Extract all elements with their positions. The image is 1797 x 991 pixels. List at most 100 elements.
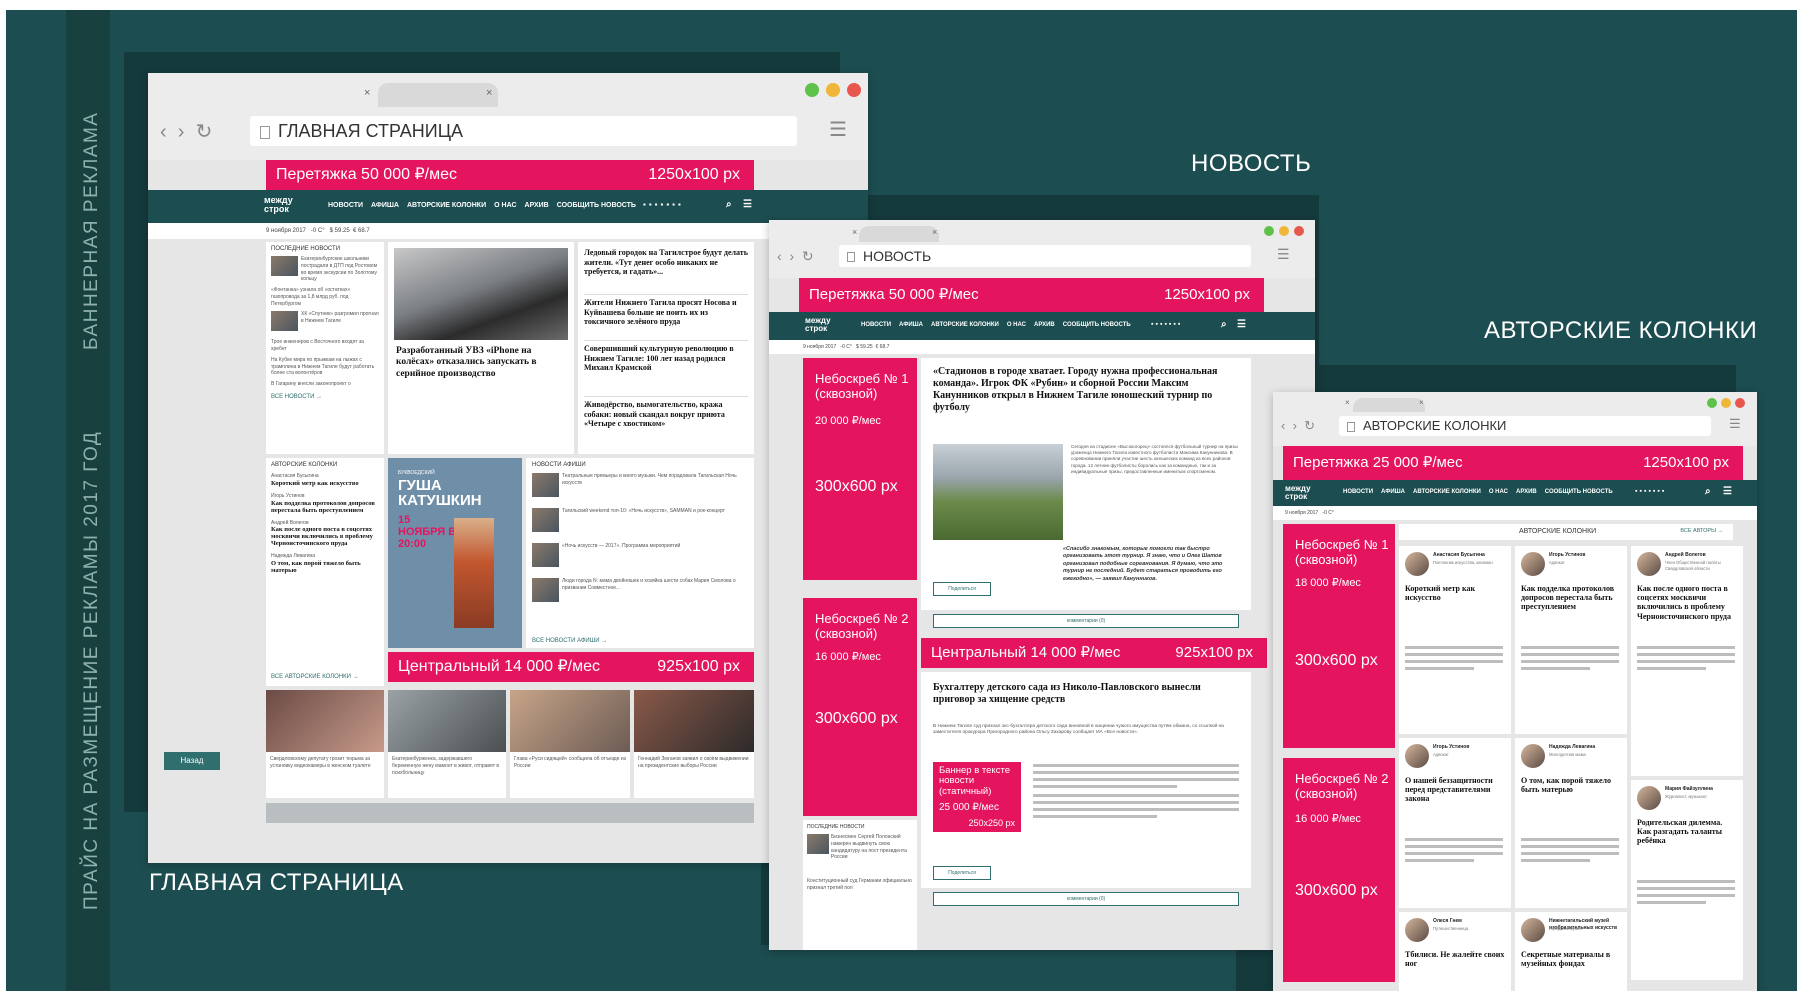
browser-tab-active[interactable] (378, 83, 498, 107)
list-item[interactable]: Екатеринбургские школьники пострадали в … (271, 256, 379, 283)
close-window-icon[interactable] (1735, 398, 1745, 408)
minimize-icon[interactable] (1721, 398, 1731, 408)
address-bar[interactable]: ГЛАВНАЯ СТРАНИЦА (250, 116, 797, 146)
close-tab-icon[interactable]: × (486, 87, 492, 99)
list-item[interactable]: «Ночь искусств — 2017». Программа меропр… (532, 543, 748, 573)
back-button[interactable]: Назад (164, 752, 220, 770)
browser-tab-active[interactable] (1353, 398, 1425, 412)
headline[interactable]: Жители Нижнего Тагила просят Носова и Ку… (584, 294, 748, 340)
hamburger-icon[interactable]: ☰ (743, 199, 752, 210)
close-window-icon[interactable] (847, 83, 861, 97)
menu-report[interactable]: СООБЩИТЬ НОВОСТЬ (557, 202, 636, 209)
list-item[interactable]: Бизнесмен Сергей Полонский намерен выдви… (807, 834, 913, 874)
event-poster[interactable]: БУКВОЕДСКИЙ ГУША КАТУШКИН 15 НОЯБРЯ В 20… (388, 458, 522, 648)
news-tile[interactable]: Свердловскому депутату грозит тюрьма за … (266, 690, 384, 798)
column-card[interactable]: Игорь Устинов Адвокат Как подделка протоко… (1515, 546, 1627, 734)
column-card[interactable]: Андрей Волегов Член Общественной палаты С… (1631, 546, 1743, 776)
menu-afisha[interactable]: АФИША (899, 322, 923, 328)
list-item[interactable]: В Гагарину внесли законопроект о (271, 381, 379, 388)
close-tab-icon[interactable]: × (1345, 398, 1350, 407)
list-item[interactable]: Конституционный суд Германии официально … (807, 878, 913, 892)
maximize-icon[interactable] (805, 83, 819, 97)
menu-icon[interactable]: ☰ (829, 117, 847, 142)
column-card[interactable]: Игорь Устинов Адвокат О нашей беззащитност… (1399, 738, 1511, 908)
list-item[interactable]: Тагильский weekend топ-10: «Ночь искусст… (532, 508, 748, 538)
comments-toggle[interactable]: комментарии (0) (933, 892, 1239, 906)
menu-news[interactable]: НОВОСТИ (328, 202, 363, 209)
list-item[interactable]: На Кубке мира по прыжкам на лыжах с трам… (271, 357, 379, 377)
reload-icon[interactable]: ↻ (1304, 418, 1315, 433)
close-tab-icon[interactable]: × (932, 227, 937, 237)
headline[interactable]: Совершивший культурную революцию в Нижне… (584, 340, 748, 396)
list-item[interactable]: Трое инженеров с Восточного входят за хр… (271, 339, 379, 353)
all-afisha-link[interactable]: ВСЕ НОВОСТИ АФИШИ → (532, 638, 607, 644)
browser-tab[interactable] (256, 83, 376, 107)
all-news-link[interactable]: ВСЕ НОВОСТИ → (271, 394, 379, 400)
list-item[interactable]: «Фонтанка» узнала об «остатках» газопров… (271, 287, 379, 307)
comments-toggle[interactable]: комментарии (0) (933, 614, 1239, 628)
news-tile[interactable]: Геннадий Зюганов заявил о своём выдвижен… (634, 690, 754, 798)
forward-icon[interactable]: › (789, 248, 794, 264)
close-tab-icon[interactable]: × (364, 87, 370, 99)
site-logo[interactable]: между строк (805, 317, 831, 333)
hamburger-icon[interactable]: ☰ (1723, 486, 1732, 497)
menu-icon[interactable]: ☰ (1277, 246, 1290, 263)
address-bar[interactable]: НОВОСТЬ (839, 245, 1251, 267)
menu-archive[interactable]: АРХИВ (1516, 489, 1537, 495)
share-button[interactable]: Поделиться (933, 582, 991, 596)
column-card[interactable]: Олеся Гнем Путешественница Тбилиси. Не жал… (1399, 912, 1511, 991)
menu-icon[interactable]: ☰ (1729, 416, 1741, 432)
social-icons[interactable]: ▪▪▪▪▪▪▪ (1635, 488, 1666, 495)
menu-archive[interactable]: АРХИВ (1034, 322, 1055, 328)
back-icon[interactable]: ‹ (777, 248, 782, 264)
menu-columns[interactable]: АВТОРСКИЕ КОЛОНКИ (1413, 489, 1481, 495)
hamburger-icon[interactable]: ☰ (1237, 319, 1246, 330)
search-icon[interactable]: ⌕ (726, 199, 732, 210)
reload-icon[interactable]: ↻ (196, 121, 213, 143)
list-item[interactable]: Театральные премьеры и много музыки. Чем… (532, 473, 748, 503)
menu-report[interactable]: СООБЩИТЬ НОВОСТЬ (1545, 489, 1613, 495)
column-card[interactable]: Надежда Левагина Многодетная мама О том, к… (1515, 738, 1627, 908)
menu-afisha[interactable]: АФИША (1381, 489, 1405, 495)
menu-report[interactable]: СООБЩИТЬ НОВОСТЬ (1063, 322, 1131, 328)
headline[interactable]: Ледовый городок на Тагилстрое будут дела… (584, 248, 748, 294)
forward-icon[interactable]: › (178, 121, 185, 143)
close-tab-icon[interactable]: × (1419, 398, 1424, 407)
column-item[interactable]: Игорь Устинов Как подделка протоколов доп… (271, 493, 379, 514)
back-icon[interactable]: ‹ (160, 121, 167, 143)
search-icon[interactable]: ⌕ (1705, 486, 1711, 497)
close-tab-icon[interactable]: × (852, 227, 857, 237)
column-card[interactable]: Нижнетагильский музей изобразительных ис… (1515, 912, 1627, 991)
search-icon[interactable]: ⌕ (1221, 319, 1227, 330)
column-item[interactable]: Анастасия Бусыгина Короткий метр как иску… (271, 473, 379, 487)
social-icons[interactable]: ▪▪▪▪▪▪▪ (643, 200, 684, 209)
headline[interactable]: Живодёрство, вымогательство, кража собак… (584, 396, 748, 429)
menu-news[interactable]: НОВОСТИ (861, 322, 891, 328)
column-item[interactable]: Андрей Волегов Как после одного поста в с… (271, 520, 379, 548)
maximize-icon[interactable] (1264, 226, 1274, 236)
list-item[interactable]: Люди города N: мама двойняшек и хозяйка … (532, 578, 748, 608)
reload-icon[interactable]: ↻ (802, 248, 814, 264)
news-tile[interactable]: Глава «Руси сидящей» сообщила об отъезде… (510, 690, 630, 798)
address-bar[interactable]: АВТОРСКИЕ КОЛОНКИ (1339, 416, 1711, 436)
menu-about[interactable]: О НАС (1489, 489, 1508, 495)
menu-columns[interactable]: АВТОРСКИЕ КОЛОНКИ (931, 322, 999, 328)
menu-archive[interactable]: АРХИВ (525, 202, 549, 209)
all-columns-link[interactable]: ВСЕ АВТОРСКИЕ КОЛОНКИ → (271, 674, 359, 680)
site-logo[interactable]: между строк (264, 196, 293, 214)
lead-news-card[interactable]: Разработанный УВЗ «iPhone на колёсах» от… (388, 242, 574, 454)
column-card[interactable]: Анастасия Бусыгина Поклонник искусства, к… (1399, 546, 1511, 734)
menu-about[interactable]: О НАС (1007, 322, 1026, 328)
browser-tab-active[interactable] (859, 226, 939, 242)
column-item[interactable]: Надежда Левагина О том, как порой тяжело … (271, 553, 379, 574)
list-item[interactable]: ХК «Спутник» разгромил прогнал в Нижнем … (271, 311, 379, 335)
share-button[interactable]: Поделиться (933, 866, 991, 880)
minimize-icon[interactable] (826, 83, 840, 97)
menu-columns[interactable]: АВТОРСКИЕ КОЛОНКИ (407, 202, 486, 209)
site-logo[interactable]: между строк (1285, 485, 1311, 501)
news-tile[interactable]: Екатеринбурженка, задержавшего беременну… (388, 690, 506, 798)
column-card[interactable]: Мария Файзуллина Журналист, музыкант Родит… (1631, 780, 1743, 980)
minimize-icon[interactable] (1279, 226, 1289, 236)
all-authors-link[interactable]: ВСЕ АВТОРЫ → (1680, 528, 1723, 534)
back-icon[interactable]: ‹ (1281, 418, 1285, 433)
